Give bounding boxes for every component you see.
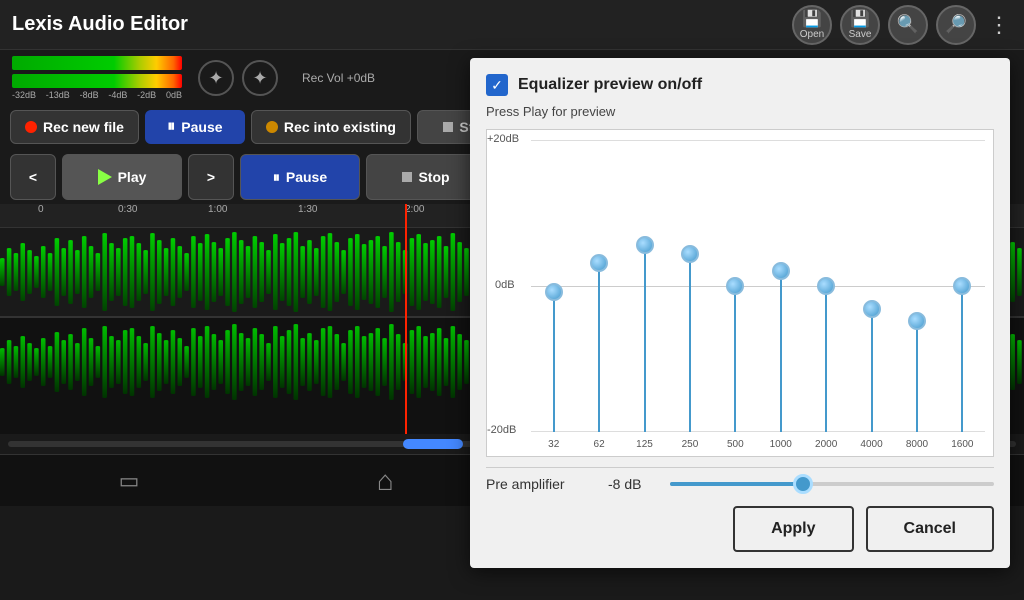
rec-existing-icon (266, 121, 278, 133)
more-button[interactable]: ⋮ (984, 12, 1012, 38)
timeline-mark-100: 1:00 (208, 204, 227, 215)
play-button[interactable]: Play (62, 154, 182, 200)
pre-amp-thumb[interactable] (793, 474, 813, 494)
open-button[interactable]: 💾 Open (792, 5, 832, 45)
eq-handle-500[interactable] (726, 277, 744, 295)
eq-band-2000[interactable]: 2000 (803, 140, 848, 432)
eq-handle-1000[interactable] (772, 262, 790, 280)
eq-label-plus20: +20dB (487, 133, 519, 145)
eq-band-250[interactable]: 250 (667, 140, 712, 432)
pause-icon: ⏸ (167, 118, 175, 136)
meter-bar-top (12, 56, 182, 70)
pre-amp-label: Pre amplifier (486, 476, 596, 492)
eq-stem-32 (553, 292, 555, 432)
eq-band-500[interactable]: 500 (713, 140, 758, 432)
eq-subtitle: Press Play for preview (486, 104, 994, 119)
eq-handle-4000[interactable] (863, 300, 881, 318)
eq-handle-62[interactable] (590, 254, 608, 272)
pause-icon-row2: ⏸ (273, 169, 280, 186)
eq-handle-250[interactable] (681, 245, 699, 263)
eq-freq-label-250: 250 (682, 439, 699, 450)
eq-stem-125 (644, 245, 646, 432)
timeline-mark-200: 2:00 (405, 204, 424, 215)
eq-band-62[interactable]: 62 (576, 140, 621, 432)
eq-header: ✓ Equalizer preview on/off (486, 74, 994, 96)
playhead[interactable] (405, 204, 407, 434)
timeline-mark-30: 0:30 (118, 204, 137, 215)
eq-checkbox[interactable]: ✓ (486, 74, 508, 96)
eq-buttons: Apply Cancel (486, 500, 994, 552)
eq-chart[interactable]: +20dB 0dB -20dB 32 (486, 129, 994, 457)
pause-button-row2[interactable]: ⏸ Pause (240, 154, 360, 200)
rec-new-file-button[interactable]: Rec new file (10, 110, 139, 144)
meter-labels: -32dB -13dB -8dB -4dB -2dB 0dB (12, 90, 182, 100)
eq-stem-500 (734, 286, 736, 432)
eq-title: Equalizer preview on/off (518, 76, 702, 94)
eq-handle-32[interactable] (545, 283, 563, 301)
screen-icon[interactable]: ▭ (119, 468, 140, 494)
app-title: Lexis Audio Editor (12, 13, 792, 36)
eq-stem-2000 (825, 286, 827, 432)
meter-bar-bot (12, 74, 182, 88)
eq-handle-125[interactable] (636, 236, 654, 254)
speaker-left-icon: ✦ (198, 60, 234, 96)
scroll-thumb[interactable] (403, 439, 463, 449)
header-buttons: 💾 Open 💾 Save 🔍 🔎 ⋮ (792, 5, 1012, 45)
save-button[interactable]: 💾 Save (840, 5, 880, 45)
eq-stem-16000 (961, 286, 963, 432)
eq-freq-label-500: 500 (727, 439, 744, 450)
eq-freq-label-62: 62 (594, 439, 605, 450)
zoom-button[interactable]: 🔎 (936, 5, 976, 45)
equalizer-dialog: ✓ Equalizer preview on/off Press Play fo… (470, 58, 1010, 568)
eq-bands: 32 62 125 250 (531, 140, 985, 432)
eq-freq-label-1000: 1000 (770, 439, 792, 450)
eq-label-0db: 0dB (495, 279, 515, 291)
eq-band-32[interactable]: 32 (531, 140, 576, 432)
next-button[interactable]: > (188, 154, 234, 200)
eq-freq-label-4000: 4000 (860, 439, 882, 450)
eq-label-minus20: -20dB (487, 424, 516, 436)
eq-band-8000[interactable]: 8000 (894, 140, 939, 432)
prev-button[interactable]: < (10, 154, 56, 200)
apply-button[interactable]: Apply (733, 506, 853, 552)
rec-existing-button[interactable]: Rec into existing (251, 110, 411, 144)
eq-freq-label-32: 32 (548, 439, 559, 450)
eq-stem-62 (598, 263, 600, 432)
pause-button-row1[interactable]: ⏸ Pause (145, 110, 245, 144)
eq-freq-label-8000: 8000 (906, 439, 928, 450)
eq-stem-4000 (871, 309, 873, 432)
rec-icon (25, 121, 37, 133)
eq-freq-label-2000: 2000 (815, 439, 837, 450)
timeline-mark-130: 1:30 (298, 204, 317, 215)
pre-amp-row: Pre amplifier -8 dB (486, 467, 994, 500)
home-icon[interactable]: ⌂ (377, 465, 394, 497)
meter-bars: -32dB -13dB -8dB -4dB -2dB 0dB (12, 56, 182, 100)
eq-stem-250 (689, 254, 691, 432)
search-button[interactable]: 🔍 (888, 5, 928, 45)
rec-vol-label: Rec Vol +0dB (302, 71, 375, 85)
eq-band-16000[interactable]: 1600 (940, 140, 985, 432)
eq-band-1000[interactable]: 1000 (758, 140, 803, 432)
eq-stem-8000 (916, 321, 918, 432)
eq-stem-1000 (780, 271, 782, 432)
speaker-right-icon: ✦ (242, 60, 278, 96)
eq-freq-label-125: 125 (636, 439, 653, 450)
stop-icon (443, 122, 453, 132)
timeline-mark-0: 0 (38, 204, 44, 215)
pre-amp-value: -8 dB (608, 476, 658, 492)
eq-handle-16000[interactable] (953, 277, 971, 295)
speaker-icons: ✦ ✦ (198, 60, 278, 96)
header: Lexis Audio Editor 💾 Open 💾 Save 🔍 🔎 ⋮ (0, 0, 1024, 50)
eq-handle-2000[interactable] (817, 277, 835, 295)
eq-band-4000[interactable]: 4000 (849, 140, 894, 432)
eq-freq-label-16000: 1600 (951, 439, 973, 450)
play-icon (98, 169, 112, 185)
pre-amp-fill (670, 482, 800, 486)
stop-icon-row2 (402, 172, 412, 182)
stop-button-row2[interactable]: Stop (366, 154, 486, 200)
eq-band-125[interactable]: 125 (622, 140, 667, 432)
cancel-button[interactable]: Cancel (866, 506, 994, 552)
pre-amp-slider[interactable] (670, 482, 994, 486)
eq-handle-8000[interactable] (908, 312, 926, 330)
